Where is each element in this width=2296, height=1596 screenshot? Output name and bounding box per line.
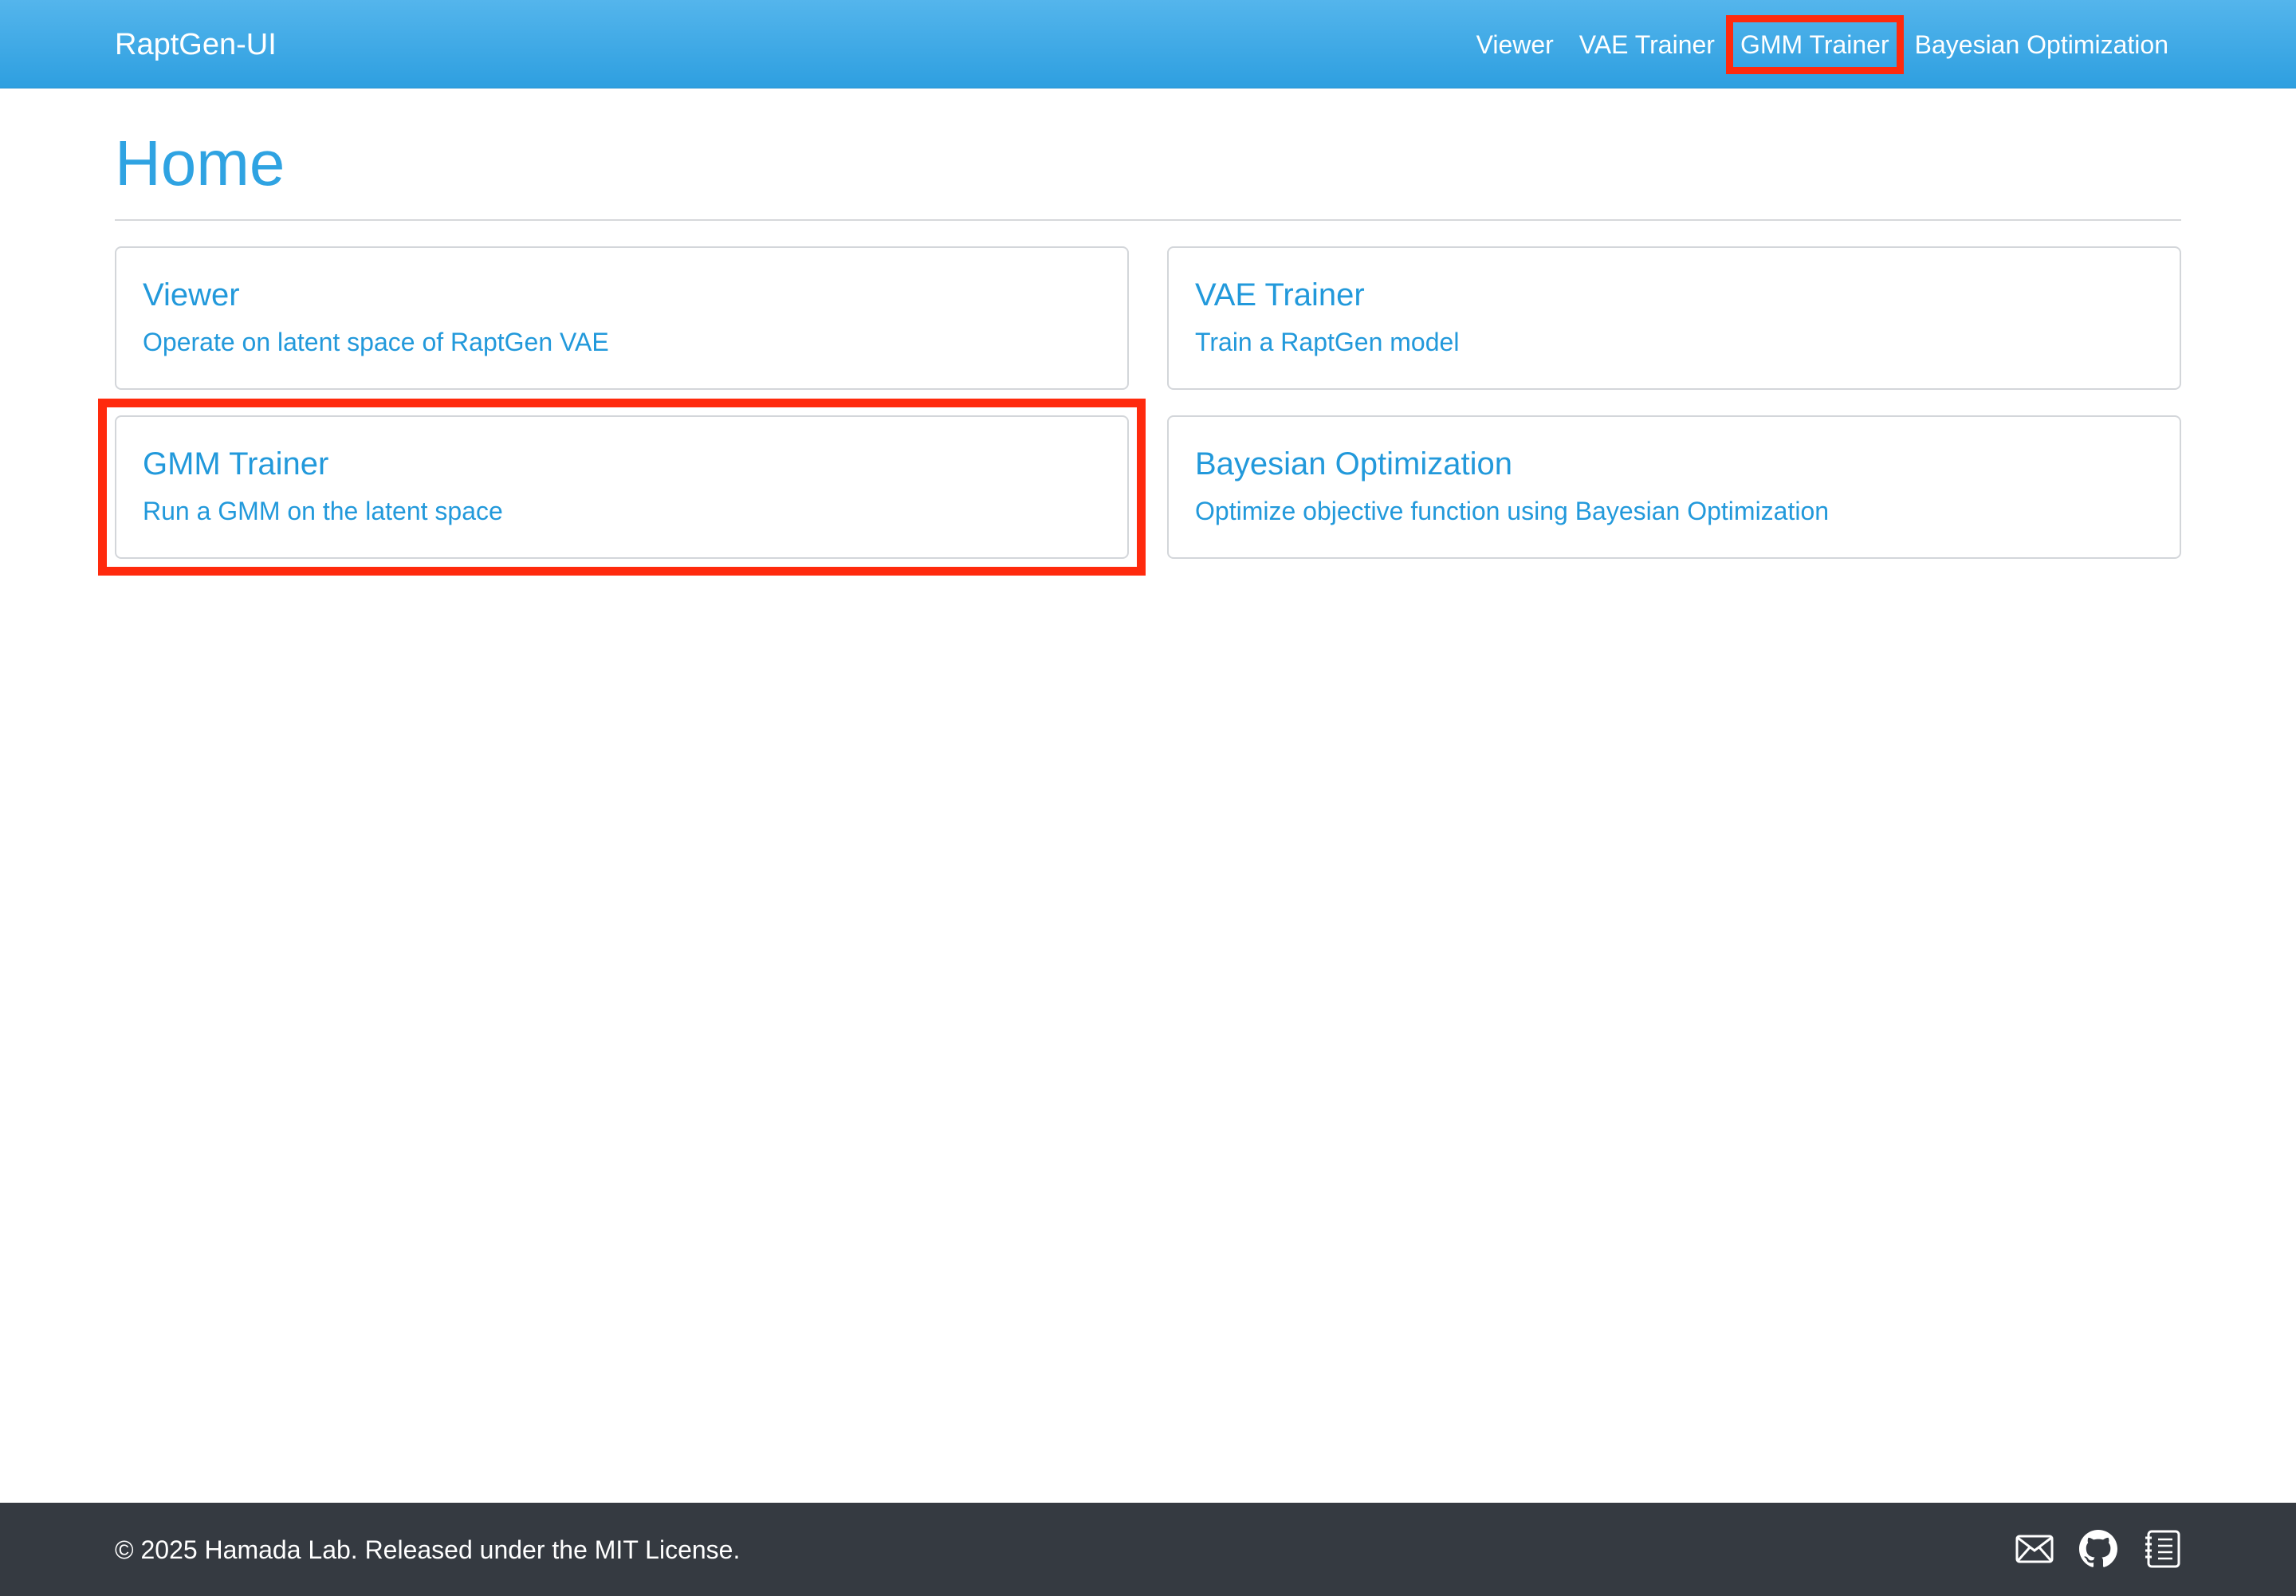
footer-copyright: © 2025 Hamada Lab. Released under the MI… [115, 1535, 741, 1564]
card-title: Bayesian Optimization [1195, 446, 1512, 482]
nav-link-vae-trainer[interactable]: VAE Trainer [1567, 26, 1728, 63]
page-title: Home [115, 128, 285, 199]
navbar: RaptGen-UI Viewer VAE Trainer GMM Traine… [0, 0, 2296, 88]
main-content: Home Viewer Operate on latent space of R… [98, 88, 2181, 576]
card-bayesian-optimization[interactable]: Bayesian Optimization Optimize objective… [1167, 415, 2181, 559]
brand-link[interactable]: RaptGen-UI [115, 24, 277, 65]
card-description: Operate on latent space of RaptGen VAE [143, 328, 609, 356]
card-gmm-trainer[interactable]: GMM Trainer Run a GMM on the latent spac… [98, 399, 1146, 576]
card-title: GMM Trainer [143, 446, 329, 482]
card-description: Train a RaptGen model [1195, 328, 1460, 356]
card-title: VAE Trainer [1195, 277, 1365, 313]
nav-links: Viewer VAE Trainer GMM Trainer Bayesian … [1464, 0, 2181, 88]
card-vae-trainer[interactable]: VAE Trainer Train a RaptGen model [1167, 246, 2181, 390]
nav-link-viewer[interactable]: Viewer [1464, 26, 1567, 63]
card-description: Optimize objective function using Bayesi… [1195, 497, 1830, 525]
nav-link-bayesian-optimization[interactable]: Bayesian Optimization [1902, 26, 2181, 63]
mail-icon[interactable] [2015, 1530, 2054, 1568]
nav-link-gmm-trainer[interactable]: GMM Trainer [1725, 14, 1904, 74]
journal-icon[interactable] [2143, 1530, 2181, 1568]
card-grid: Viewer Operate on latent space of RaptGe… [98, 221, 2181, 576]
card-description: Run a GMM on the latent space [143, 497, 503, 525]
github-icon[interactable] [2079, 1530, 2117, 1568]
page: RaptGen-UI Viewer VAE Trainer GMM Traine… [0, 0, 2296, 1596]
footer: © 2025 Hamada Lab. Released under the MI… [0, 1503, 2296, 1596]
footer-icons [2015, 1530, 2181, 1568]
card-viewer[interactable]: Viewer Operate on latent space of RaptGe… [115, 246, 1129, 390]
card-title: Viewer [143, 277, 240, 313]
